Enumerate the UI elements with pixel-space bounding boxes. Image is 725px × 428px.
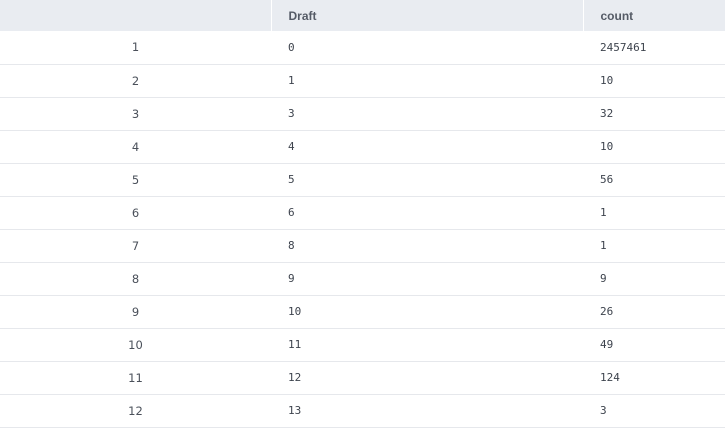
count-cell: 49 <box>583 328 725 362</box>
draft-cell: 5 <box>271 163 583 197</box>
row-index-cell: 7 <box>0 229 271 263</box>
draft-cell: 3 <box>271 97 583 131</box>
table-row: 2 1 10 <box>0 64 725 98</box>
draft-cell: 11 <box>271 328 583 362</box>
row-index-cell: 10 <box>0 328 271 362</box>
count-cell: 26 <box>583 295 725 329</box>
count-cell: 10 <box>583 130 725 164</box>
row-index-cell: 5 <box>0 163 271 197</box>
header-row: Draft count <box>0 0 725 31</box>
draft-cell: 12 <box>271 361 583 395</box>
row-index-cell: 12 <box>0 394 271 428</box>
column-header-count[interactable]: count <box>583 0 725 31</box>
table-body: 1 0 2457461 2 1 10 3 3 32 4 4 10 5 5 56 6 6 1 7 8 1 8 9 9 9 10 26 1… <box>0 31 725 428</box>
table-row: 3 3 32 <box>0 97 725 131</box>
draft-cell: 13 <box>271 394 583 428</box>
row-index-cell: 3 <box>0 97 271 131</box>
count-cell: 1 <box>583 196 725 230</box>
draft-cell: 9 <box>271 262 583 296</box>
row-index-cell: 4 <box>0 130 271 164</box>
table-row: 11 12 124 <box>0 361 725 395</box>
draft-cell: 4 <box>271 130 583 164</box>
data-table: Draft count 1 0 2457461 2 1 10 3 3 32 4 4 10 5 5 56 6 6 1… <box>0 0 725 428</box>
draft-cell: 1 <box>271 64 583 98</box>
column-header-draft[interactable]: Draft <box>271 0 584 31</box>
count-cell: 1 <box>583 229 725 263</box>
table-row: 4 4 10 <box>0 130 725 164</box>
row-index-cell: 2 <box>0 64 271 98</box>
row-index-cell: 6 <box>0 196 271 230</box>
draft-cell: 10 <box>271 295 583 329</box>
table-row: 899 <box>0 262 725 296</box>
count-cell: 32 <box>583 97 725 131</box>
count-cell: 2457461 <box>583 31 725 65</box>
table-row: 781 <box>0 229 725 263</box>
row-index-cell: 11 <box>0 361 271 395</box>
table-row: 12 13 3 <box>0 394 725 428</box>
table-row: 1 0 2457461 <box>0 31 725 65</box>
count-cell: 9 <box>583 262 725 296</box>
count-cell: 56 <box>583 163 725 197</box>
draft-cell: 0 <box>271 31 583 65</box>
column-header-index[interactable] <box>0 0 272 31</box>
count-cell: 124 <box>583 361 725 395</box>
draft-cell: 8 <box>271 229 583 263</box>
table-row: 9 10 26 <box>0 295 725 329</box>
row-index-cell: 8 <box>0 262 271 296</box>
table-header: Draft count <box>0 0 725 31</box>
count-cell: 3 <box>583 394 725 428</box>
table-row: 661 <box>0 196 725 230</box>
row-index-cell: 9 <box>0 295 271 329</box>
draft-cell: 6 <box>271 196 583 230</box>
table-row: 5 5 56 <box>0 163 725 197</box>
table-row: 10 11 49 <box>0 328 725 362</box>
row-index-cell: 1 <box>0 31 271 65</box>
count-cell: 10 <box>583 64 725 98</box>
